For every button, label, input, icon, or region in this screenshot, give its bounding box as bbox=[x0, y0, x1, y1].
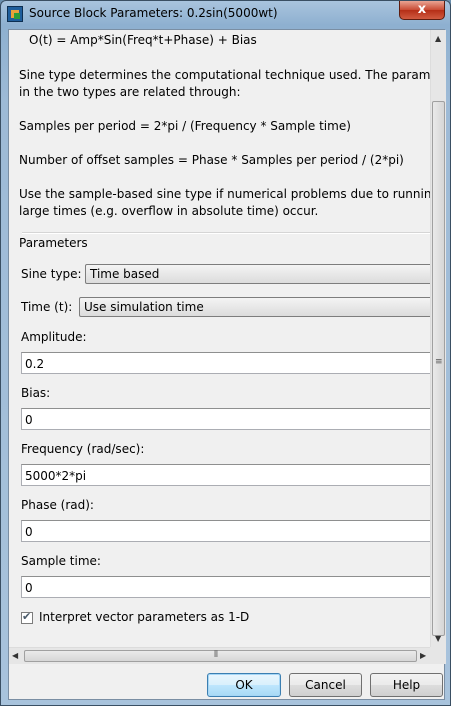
amplitude-label: Amplitude: bbox=[21, 330, 87, 344]
description-text: large times (e.g. overflow in absolute t… bbox=[19, 204, 319, 218]
frequency-label: Frequency (rad/sec): bbox=[21, 442, 145, 456]
window-title: Source Block Parameters: 0.2sin(5000wt) bbox=[29, 6, 278, 20]
bias-input[interactable]: 0 bbox=[21, 408, 436, 430]
frequency-input[interactable]: 5000*2*pi bbox=[21, 464, 436, 486]
scroll-right-arrow-icon[interactable]: ▶ bbox=[420, 651, 426, 660]
grip-icon: ≡ bbox=[435, 357, 443, 367]
parameters-group-label: Parameters bbox=[19, 236, 88, 250]
dialog-client: O(t) = Amp*Sin(Freq*t+Phase) + Bias Sine… bbox=[8, 29, 446, 700]
time-select[interactable]: Use simulation time ▼ bbox=[79, 297, 436, 317]
phase-label: Phase (rad): bbox=[21, 498, 94, 512]
sine-type-value: Time based bbox=[90, 267, 160, 281]
sample-time-input[interactable]: 0 bbox=[21, 576, 436, 598]
description-text: Number of offset samples = Phase * Sampl… bbox=[19, 153, 404, 167]
simulink-icon bbox=[7, 6, 23, 22]
title-bar[interactable]: Source Block Parameters: 0.2sin(5000wt) … bbox=[1, 1, 451, 26]
sample-time-label: Sample time: bbox=[21, 554, 101, 568]
horizontal-scrollbar[interactable]: ◀ ⦀ ▶ bbox=[9, 647, 430, 664]
description-text: Sine type determines the computational t… bbox=[19, 68, 436, 82]
description-text: in the two types are related through: bbox=[19, 85, 241, 99]
parameters-scroll-pane: O(t) = Amp*Sin(Freq*t+Phase) + Bias Sine… bbox=[9, 30, 436, 648]
scroll-corner bbox=[430, 647, 446, 664]
frequency-value: 5000*2*pi bbox=[25, 469, 87, 483]
help-button[interactable]: Help bbox=[370, 673, 443, 697]
horizontal-scroll-thumb[interactable]: ⦀ bbox=[24, 650, 417, 662]
phase-value: 0 bbox=[25, 525, 33, 539]
phase-input[interactable]: 0 bbox=[21, 520, 436, 542]
bias-label: Bias: bbox=[21, 386, 51, 400]
vertical-scrollbar[interactable]: ▲ ≡ ▼ bbox=[430, 30, 446, 647]
scroll-left-arrow-icon[interactable]: ◀ bbox=[12, 651, 18, 660]
sample-time-value: 0 bbox=[25, 581, 33, 595]
amplitude-input[interactable]: 0.2 bbox=[21, 352, 436, 374]
time-label: Time (t): bbox=[21, 300, 73, 314]
interpret-vector-label[interactable]: Interpret vector parameters as 1-D bbox=[39, 610, 249, 624]
interpret-vector-checkbox[interactable]: ✔ bbox=[21, 610, 33, 624]
close-button[interactable]: x bbox=[399, 1, 445, 20]
scroll-up-arrow-icon[interactable]: ▲ bbox=[435, 34, 441, 43]
dialog-window: Source Block Parameters: 0.2sin(5000wt) … bbox=[0, 0, 451, 706]
ok-button[interactable]: OK bbox=[207, 673, 281, 697]
bias-value: 0 bbox=[25, 413, 33, 427]
group-divider bbox=[22, 232, 436, 234]
description-text: Use the sample-based sine type if numeri… bbox=[19, 187, 436, 201]
amplitude-value: 0.2 bbox=[25, 357, 45, 371]
sine-type-select[interactable]: Time based ▼ bbox=[85, 264, 436, 284]
sine-type-label: Sine type: bbox=[21, 267, 82, 281]
description-text: Samples per period = 2*pi / (Frequency *… bbox=[19, 119, 351, 133]
formula-text: O(t) = Amp*Sin(Freq*t+Phase) + Bias bbox=[29, 33, 257, 47]
time-value: Use simulation time bbox=[84, 300, 204, 314]
cancel-button[interactable]: Cancel bbox=[289, 673, 362, 697]
grip-icon: ⦀ bbox=[214, 650, 218, 660]
scroll-down-arrow-icon[interactable]: ▼ bbox=[435, 634, 441, 643]
checkmark-icon: ✔ bbox=[22, 610, 32, 623]
vertical-scroll-thumb[interactable]: ≡ bbox=[432, 101, 445, 636]
